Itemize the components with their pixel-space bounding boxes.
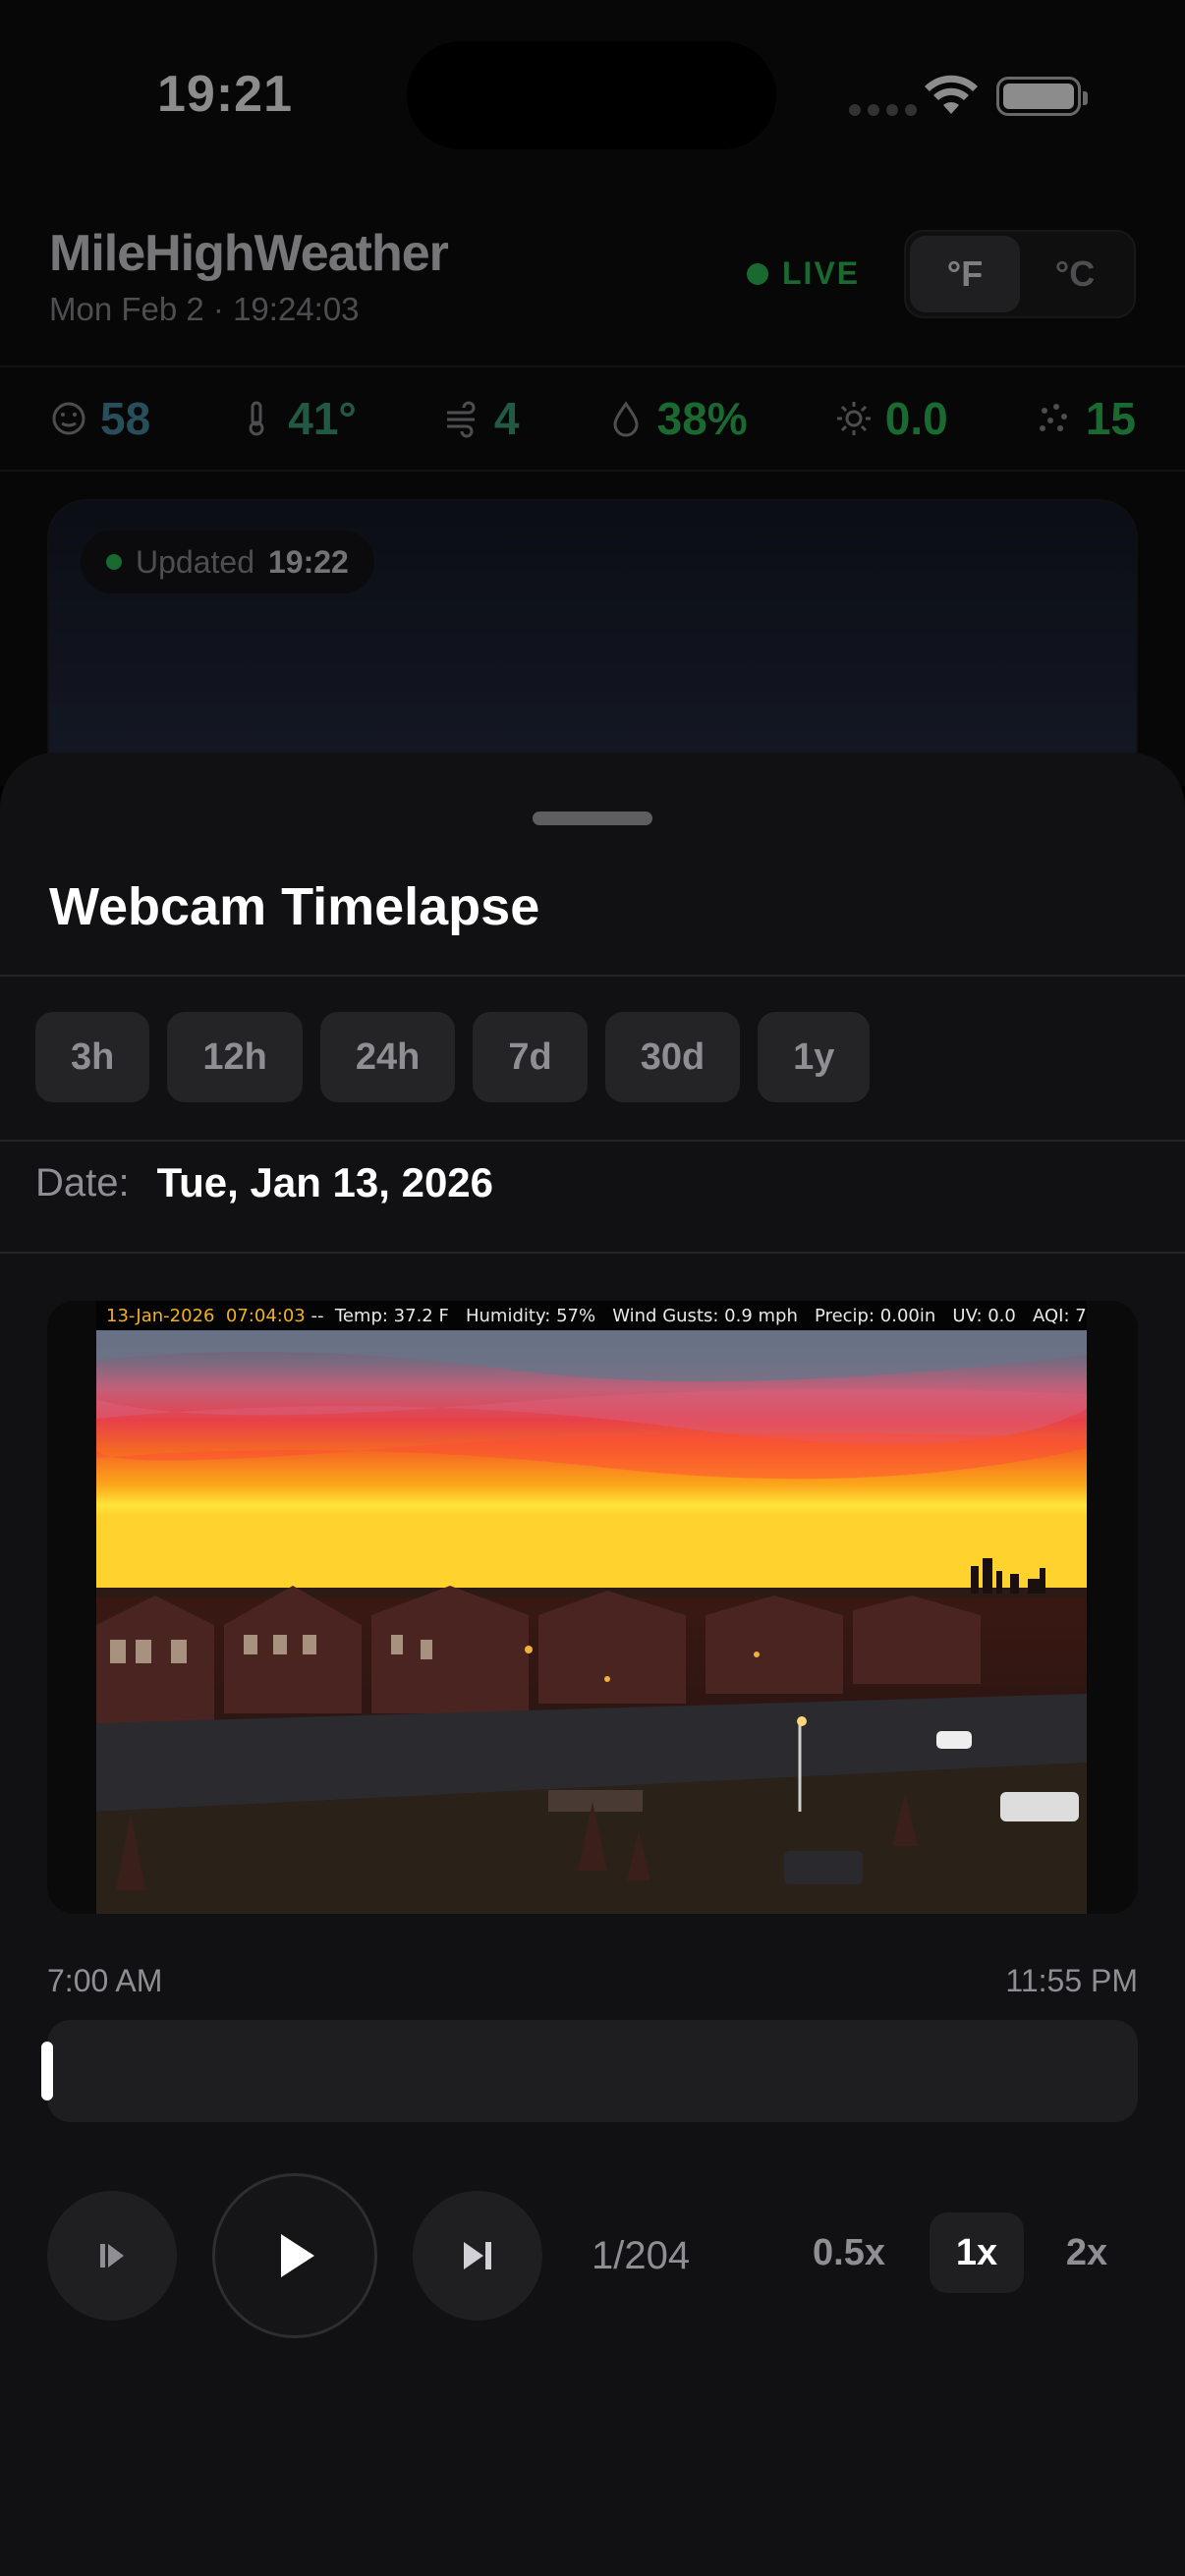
sunrise-scene <box>96 1330 1087 1914</box>
timeline-scrubber[interactable] <box>47 2020 1138 2122</box>
step-forward-button[interactable] <box>413 2191 542 2321</box>
overlay-date: 13-Jan-2026 <box>106 1305 215 1326</box>
date-value[interactable]: Tue, Jan 13, 2026 <box>157 1159 493 1206</box>
sheet-grabber[interactable] <box>533 812 652 825</box>
date-picker-row[interactable]: Date: Tue, Jan 13, 2026 <box>35 1140 493 1226</box>
timelapse-sheet: Webcam Timelapse 3h 12h 24h 7d 30d 1y Da… <box>0 753 1185 2576</box>
range-1y-button[interactable]: 1y <box>758 1012 871 1102</box>
range-7d-button[interactable]: 7d <box>473 1012 588 1102</box>
step-forward-icon <box>464 2242 491 2269</box>
speed-0.5x-button[interactable]: 0.5x <box>792 2212 906 2293</box>
scrubber-handle[interactable] <box>41 2042 53 2100</box>
overlay-time: 07:04:03 <box>225 1305 306 1326</box>
speed-1x-button[interactable]: 1x <box>930 2212 1024 2293</box>
divider <box>0 975 1185 977</box>
speed-2x-button[interactable]: 2x <box>1038 2212 1136 2293</box>
dim-overlay[interactable] <box>0 0 1185 786</box>
range-12h-button[interactable]: 12h <box>167 1012 303 1102</box>
frame-counter: 1/204 <box>592 2234 691 2277</box>
range-24h-button[interactable]: 24h <box>319 1012 456 1102</box>
overlay-details: -- Temp: 37.2 F Humidity: 57% Wind Gusts… <box>305 1305 1087 1326</box>
divider <box>0 1252 1185 1254</box>
sheet-title: Webcam Timelapse <box>49 877 540 936</box>
timeline-labels: 7:00 AM 11:55 PM <box>47 1963 1138 2012</box>
step-back-button[interactable] <box>47 2191 177 2321</box>
timeline-start-label: 7:00 AM <box>47 1963 163 1998</box>
frame-overlay-text: 13-Jan-2026 07:04:03 -- Temp: 37.2 F Hum… <box>96 1301 1087 1330</box>
playback-controls: 1/204 0.5x 1x 2x <box>0 2173 1185 2340</box>
step-back-icon <box>100 2244 124 2268</box>
timeline-end-label: 11:55 PM <box>1005 1963 1138 1998</box>
range-3h-button[interactable]: 3h <box>35 1012 150 1102</box>
play-icon <box>281 2234 314 2277</box>
timelapse-player[interactable]: 13-Jan-2026 07:04:03 -- Temp: 37.2 F Hum… <box>47 1301 1138 1914</box>
webcam-frame-image: 13-Jan-2026 07:04:03 -- Temp: 37.2 F Hum… <box>96 1301 1087 1914</box>
date-label: Date: <box>35 1160 130 1204</box>
range-selector: 3h 12h 24h 7d 30d 1y <box>35 1012 871 1102</box>
background-app: 19:21 MileHighWeather Mon Feb 2 · 19:24:… <box>0 0 1185 813</box>
range-30d-button[interactable]: 30d <box>604 1012 741 1102</box>
play-button[interactable] <box>212 2173 377 2338</box>
